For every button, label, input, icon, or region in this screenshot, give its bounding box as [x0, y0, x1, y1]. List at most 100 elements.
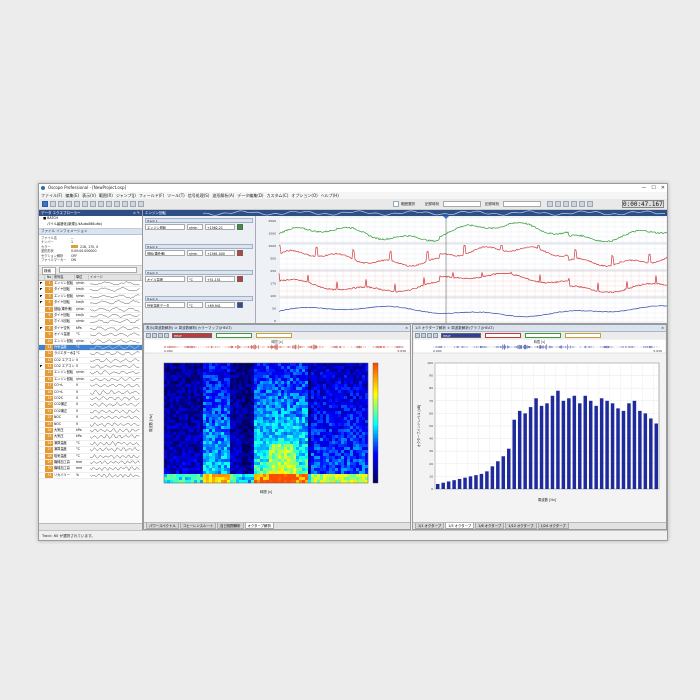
octave-bar[interactable]	[561, 400, 566, 489]
table-row[interactable]: 31 リカバリー%	[39, 472, 142, 480]
octave-bar[interactable]	[583, 395, 588, 489]
tab-0[interactable]: 1/1 オクターブ	[415, 523, 445, 529]
oct-channel-chip-2[interactable]	[485, 333, 521, 338]
tab-0[interactable]: パワースペクトル	[146, 523, 179, 529]
octave-bar[interactable]	[534, 398, 538, 489]
channel-color-swatch[interactable]	[237, 224, 243, 230]
octave-bar[interactable]	[452, 480, 456, 489]
oct-tool-button-4[interactable]	[433, 333, 438, 338]
octave-bar[interactable]	[539, 405, 544, 489]
channel-color-swatch[interactable]	[237, 276, 243, 282]
octave-bar[interactable]	[463, 477, 467, 489]
oct-channel-chip-4[interactable]	[565, 333, 601, 338]
octave-bar[interactable]	[610, 403, 615, 489]
time-field-2[interactable]	[503, 201, 541, 207]
step-forward-button[interactable]	[571, 201, 577, 207]
tab-2[interactable]: 自己相関解析	[217, 523, 244, 529]
spec-tool-button-3[interactable]	[158, 333, 163, 338]
oct-channel-chip-1[interactable]: HEAT	[441, 333, 481, 338]
close-button[interactable]: ✕	[661, 184, 665, 192]
octave-bar[interactable]	[479, 473, 484, 489]
play-button[interactable]	[563, 201, 569, 207]
settings-button[interactable]	[106, 201, 112, 207]
pan-tool-button[interactable]	[66, 201, 72, 207]
octave-bar[interactable]	[512, 419, 516, 489]
channel-color-swatch[interactable]	[237, 302, 243, 308]
zoom-tool-button[interactable]	[58, 201, 64, 207]
oct-channel-chip-3[interactable]	[525, 333, 561, 338]
tab-2[interactable]: 1/6 オクターブ	[475, 523, 505, 529]
octave-bar[interactable]	[616, 408, 620, 489]
octave-bar[interactable]	[578, 403, 582, 489]
channel-name[interactable]: 外気温度データ	[145, 302, 185, 308]
octave-close-icon[interactable]: ×	[661, 325, 664, 331]
menu-item-3[interactable]: 範囲(R)	[99, 192, 113, 199]
spec-channel-chip-1[interactable]: HEAT	[172, 333, 212, 338]
menu-item-7[interactable]: 信号処理(S)	[188, 192, 210, 199]
octave-bar[interactable]	[507, 448, 511, 489]
tree-item-batch[interactable]: ■ BATCH	[43, 216, 58, 220]
stop-button[interactable]	[579, 201, 585, 207]
octave-bar[interactable]	[517, 410, 522, 489]
spec-tool-button-2[interactable]	[152, 333, 157, 338]
spec-tool-button-1[interactable]	[146, 333, 151, 338]
oct-tool-button-3[interactable]	[427, 333, 432, 338]
octave-bar[interactable]	[572, 395, 577, 489]
menu-item-0[interactable]: ファイル(F)	[41, 192, 62, 199]
octave-bar[interactable]	[523, 413, 527, 489]
tab-1[interactable]: コヒーレンスルート	[179, 523, 217, 529]
channel-block[interactable]: Track 3 オイル温度 °C +51.151	[145, 270, 253, 295]
pointer-tool-button[interactable]	[42, 201, 48, 207]
octave-bar[interactable]	[588, 400, 593, 489]
octave-bar[interactable]	[435, 483, 440, 489]
menu-item-11[interactable]: オプション(O)	[291, 192, 317, 199]
channel-name[interactable]: エンジン回転	[145, 224, 185, 230]
octave-bar[interactable]	[550, 395, 555, 489]
octave-bar[interactable]	[446, 481, 451, 489]
menu-item-12[interactable]: ヘルプ(H)	[321, 192, 339, 199]
octave-bar[interactable]	[594, 405, 598, 489]
tab-4[interactable]: 1/24 オクターブ	[537, 523, 569, 529]
octave-bar[interactable]	[621, 410, 626, 489]
minimize-button[interactable]: —	[641, 184, 646, 192]
octave-bar[interactable]	[605, 400, 609, 489]
menu-item-10[interactable]: カスタム(C)	[266, 192, 288, 199]
save-button[interactable]	[82, 201, 88, 207]
search-input[interactable]	[59, 267, 137, 273]
wave-track[interactable]	[278, 243, 667, 271]
spectrogram-chart[interactable]: 時間 [s] 0.000 5.636 周波数 [Hz] 時間 [s]	[144, 339, 410, 523]
octave-bar[interactable]	[501, 456, 506, 489]
menu-item-6[interactable]: ツール(T)	[167, 192, 185, 199]
play-back-button[interactable]	[547, 201, 553, 207]
octave-bar[interactable]	[567, 398, 571, 489]
marker-button[interactable]	[114, 201, 120, 207]
waveform-plots[interactable]: 2500 1500 1000 500 250 175 100 50 0	[256, 216, 667, 323]
channel-color-swatch[interactable]	[237, 250, 243, 256]
channel-name[interactable]: オイル温度	[145, 276, 185, 282]
spec-channel-chip-3[interactable]	[256, 333, 292, 338]
octave-bar[interactable]	[496, 461, 500, 489]
wave-track[interactable]	[278, 297, 667, 323]
octave-bar[interactable]	[649, 418, 653, 489]
octave-bar[interactable]	[485, 471, 489, 489]
octave-bar[interactable]	[528, 407, 533, 489]
menu-item-4[interactable]: ジャンプ(J)	[116, 192, 136, 199]
waveform-svg[interactable]: 250015001000500250175100500	[256, 216, 667, 323]
channel-block[interactable]: Track 2 回転(車外側) r/min +1561.000	[145, 244, 253, 269]
octave-chart[interactable]: 時間 [s]0.000 5.6361009080706050403020100オク…	[413, 339, 666, 523]
menu-item-5[interactable]: フィールド(F)	[139, 192, 164, 199]
octave-bar[interactable]	[654, 423, 659, 489]
octave-bar[interactable]	[599, 398, 604, 489]
export-button[interactable]	[130, 201, 136, 207]
time-field-1[interactable]	[443, 201, 481, 207]
channel-name[interactable]: 回転(車外側)	[145, 250, 185, 256]
tab-3[interactable]: オクターブ解析	[244, 523, 274, 529]
wave-track[interactable]	[278, 216, 667, 244]
octave-bar[interactable]	[468, 476, 473, 489]
spec-tool-button-4[interactable]	[164, 333, 169, 338]
octave-bar[interactable]	[490, 466, 495, 489]
octave-bar[interactable]	[556, 390, 560, 489]
step-back-button[interactable]	[555, 201, 561, 207]
octave-bar[interactable]	[457, 478, 462, 489]
menu-item-8[interactable]: 波形解析(A)	[212, 192, 234, 199]
